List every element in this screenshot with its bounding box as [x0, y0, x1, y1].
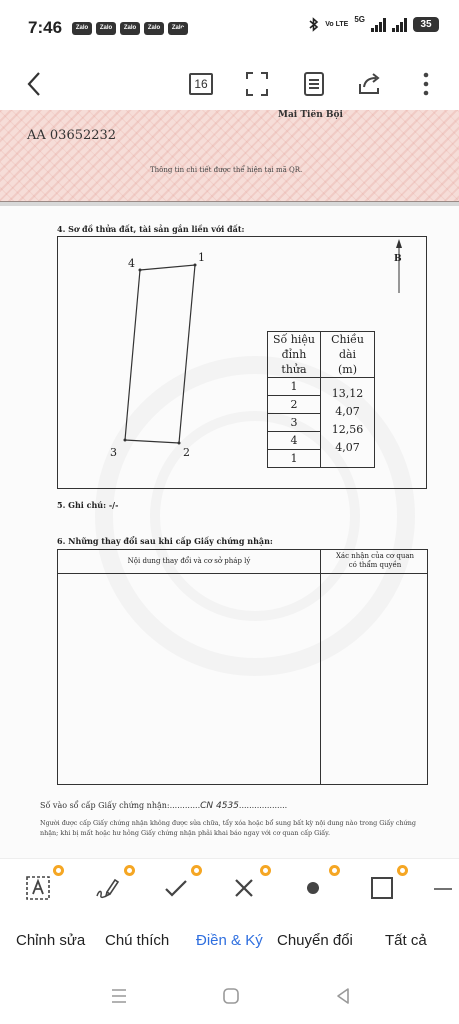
signal-strength-icon: [392, 17, 407, 32]
table-cell: 2: [267, 395, 321, 414]
premium-badge-icon: [191, 865, 202, 876]
back-nav-button[interactable]: [332, 985, 354, 1007]
section-4-title: 4. Sơ đồ thửa đất, tài sản gắn liền với …: [57, 224, 245, 234]
more-vertical-icon: [423, 72, 429, 96]
share-icon: [359, 73, 380, 94]
table-cell: 1: [267, 377, 321, 396]
recent-apps-icon: [112, 989, 126, 1003]
edge-length-table: Số hiệu đỉnh thửa Chiều dài (m) 1 13,12 4,…: [267, 331, 375, 468]
tab-edit[interactable]: Chỉnh sửa: [16, 932, 85, 949]
vertex-label: 4: [128, 257, 135, 270]
dot-icon: [307, 882, 319, 894]
back-arrow-icon: [27, 72, 40, 96]
table-header: Số hiệu đỉnh thửa: [267, 331, 321, 378]
zalo-notification-icon: Zalo: [96, 22, 116, 35]
zalo-notification-icon: Zalo: [120, 22, 140, 35]
line-icon: [434, 888, 452, 890]
tab-convert[interactable]: Chuyển đổi: [277, 932, 353, 949]
certificate-code: AA 03652232: [27, 128, 117, 143]
section-6-title: 6. Những thay đổi sau khi cấp Giấy chứng…: [57, 536, 273, 546]
land-plot-diagram: 4 1 3 2 B Số hiệu đỉnh thửa Chiều dài (m) …: [57, 236, 427, 489]
page-number: 16: [189, 73, 213, 95]
status-bar: 7:46 Zalo Zalo Zalo Zalo Zalo Vo LTE 5G …: [0, 0, 459, 58]
battery-icon: 35: [413, 17, 439, 32]
registry-number: Số vào sổ cấp Giấy chứng nhận:..........…: [40, 801, 288, 811]
more-notifications-dot-icon: [181, 27, 186, 32]
home-button[interactable]: [220, 985, 242, 1007]
cross-tool-button[interactable]: [228, 872, 260, 904]
status-time: 7:46: [28, 18, 63, 37]
document-viewer[interactable]: Mai Tiên Bội AA 03652232 Thông tin chi t…: [0, 110, 459, 858]
signature-pen-icon: [96, 878, 120, 899]
system-navigation-bar: [0, 970, 459, 1024]
fit-page-button[interactable]: [239, 66, 275, 102]
table-cell: 1: [267, 449, 321, 468]
table-cell: 13,12 4,07 12,56 4,07: [320, 377, 375, 468]
tab-annotate[interactable]: Chú thích: [105, 932, 169, 949]
registry-handwritten: CN 4535: [200, 801, 239, 811]
5g-icon: 5G: [354, 15, 365, 24]
tab-all[interactable]: Tất cả: [385, 932, 427, 949]
checkmark-icon: [165, 880, 187, 897]
recent-apps-button[interactable]: [108, 985, 130, 1007]
table-cell: 4: [267, 431, 321, 450]
fit-screen-icon: [246, 72, 268, 96]
vertex-label: 2: [183, 446, 190, 459]
status-indicators: Vo LTE 5G 35: [309, 15, 439, 32]
annotation-tool-bar: [0, 858, 459, 914]
document-view-button[interactable]: [296, 66, 332, 102]
line-tool-button[interactable]: [432, 872, 452, 904]
bluetooth-icon: [309, 17, 319, 32]
premium-badge-icon: [53, 865, 64, 876]
vertex-label: 1: [198, 251, 205, 264]
zalo-notification-icon: Zalo: [72, 22, 92, 35]
back-triangle-icon: [337, 988, 349, 1004]
more-options-button[interactable]: [408, 66, 444, 102]
home-icon: [223, 988, 239, 1004]
page-number-button[interactable]: 16: [183, 66, 219, 102]
certificate-qr-note: Thông tin chi tiết được thể hiện tại mã …: [150, 166, 303, 174]
table-header: Chiều dài (m): [320, 331, 375, 378]
section-5-title: 5. Ghi chú: -/-: [57, 500, 119, 510]
text-box-icon: [26, 876, 50, 900]
volte-icon: Vo LTE: [325, 20, 349, 28]
back-button[interactable]: [16, 66, 52, 102]
notification-icons: Zalo Zalo Zalo Zalo Zalo: [72, 22, 188, 35]
share-button[interactable]: [352, 66, 388, 102]
document-page: 4. Sơ đồ thửa đất, tài sản gắn liền với …: [0, 206, 459, 858]
top-toolbar: 16: [0, 58, 459, 110]
premium-badge-icon: [260, 865, 271, 876]
premium-badge-icon: [397, 865, 408, 876]
signature-tool-button[interactable]: [92, 872, 124, 904]
signal-strength-icon: [371, 17, 386, 32]
dot-tool-button[interactable]: [297, 872, 329, 904]
premium-badge-icon: [124, 865, 135, 876]
mode-tabs: Chỉnh sửa Chú thích Điền & Ký Chuyển đổi…: [0, 914, 459, 970]
footer-note: Người được cấp Giấy chứng nhận không đượ…: [40, 819, 416, 837]
premium-badge-icon: [329, 865, 340, 876]
text-tool-button[interactable]: [22, 872, 54, 904]
rectangle-tool-button[interactable]: [366, 872, 398, 904]
certificate-signer: Mai Tiên Bội: [278, 110, 343, 120]
document-view-icon: [304, 72, 324, 96]
changes-table: Nội dung thay đổi và cơ sở pháp lý Xác n…: [57, 549, 428, 785]
changes-col-content: Nội dung thay đổi và cơ sở pháp lý: [127, 557, 251, 565]
zalo-notification-icon: Zalo: [144, 22, 164, 35]
checkmark-tool-button[interactable]: [160, 872, 192, 904]
tab-fill-sign[interactable]: Điền & Ký: [196, 932, 263, 949]
table-cell: 3: [267, 413, 321, 432]
changes-col-confirmation: Xác nhận của cơ quan có thẩm quyền: [335, 552, 415, 569]
cross-icon: [235, 879, 253, 897]
certificate-page-bottom: Mai Tiên Bội AA 03652232 Thông tin chi t…: [0, 110, 459, 202]
rectangle-icon: [371, 877, 393, 899]
vertex-label: 3: [110, 446, 117, 459]
north-label: B: [394, 254, 402, 264]
